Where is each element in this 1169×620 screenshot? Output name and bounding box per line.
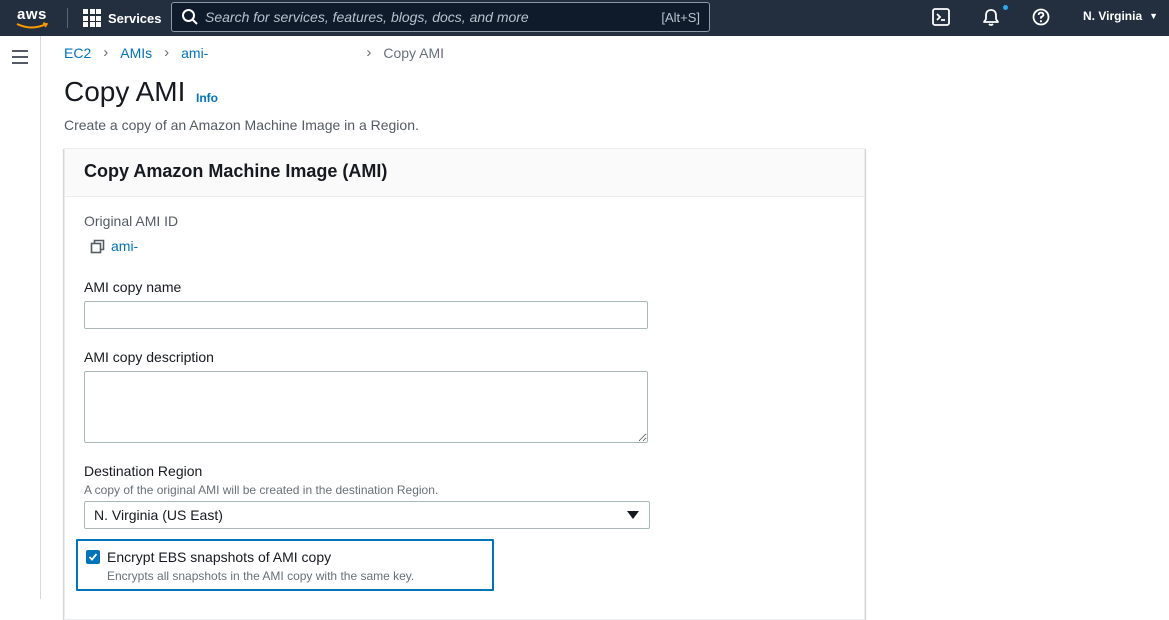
encrypt-snapshots-hint: Encrypts all snapshots in the AMI copy w…	[107, 569, 415, 583]
search-bar[interactable]: [Alt+S]	[171, 2, 710, 32]
top-navigation: aws Services [Alt+S] N. Virginia	[0, 0, 1169, 36]
panel-title: Copy Amazon Machine Image (AMI)	[84, 161, 388, 181]
region-label: N. Virginia	[1083, 9, 1143, 23]
info-link[interactable]: Info	[196, 91, 218, 105]
caret-down-icon: ▼	[1149, 11, 1159, 21]
breadcrumb-amis[interactable]: AMIs	[120, 45, 152, 61]
ami-copy-name-input[interactable]	[84, 301, 648, 329]
aws-logo-text: aws	[17, 6, 47, 23]
original-ami-id-link[interactable]: ami-	[90, 238, 138, 254]
aws-logo[interactable]: aws	[14, 5, 54, 31]
panel-header: Copy Amazon Machine Image (AMI)	[65, 149, 864, 197]
ami-copy-description-label: AMI copy description	[84, 349, 214, 365]
encrypt-snapshots-option[interactable]: Encrypt EBS snapshots of AMI copy Encryp…	[76, 539, 494, 591]
copy-ami-form-panel: Copy Amazon Machine Image (AMI) Original…	[64, 148, 865, 620]
destination-region-select[interactable]: N. Virginia (US East)	[84, 501, 650, 529]
encrypt-snapshots-checkbox[interactable]	[86, 550, 100, 564]
cloudshell-icon[interactable]	[931, 7, 951, 27]
hamburger-icon[interactable]	[12, 50, 28, 68]
chevron-right-icon: ›	[164, 44, 170, 61]
breadcrumb-ec2[interactable]: EC2	[64, 45, 91, 61]
chevron-right-icon: ›	[366, 44, 372, 61]
breadcrumb: EC2 › AMIs › ami- › Copy AMI	[64, 44, 444, 61]
help-icon[interactable]	[1031, 7, 1051, 27]
search-shortcut-hint: [Alt+S]	[661, 9, 700, 25]
original-ami-id-value: ami-	[111, 238, 139, 254]
copy-icon[interactable]	[90, 239, 105, 254]
destination-region-hint: A copy of the original AMI will be creat…	[84, 483, 439, 497]
nav-divider	[67, 8, 68, 28]
page-title: Copy AMI	[64, 76, 186, 107]
aws-smile-icon	[16, 22, 49, 29]
caret-down-icon	[627, 511, 639, 519]
services-label: Services	[108, 10, 162, 26]
breadcrumb-current: Copy AMI	[383, 44, 445, 61]
grid-icon	[83, 9, 101, 27]
bell-icon[interactable]	[981, 7, 1001, 27]
search-input[interactable]	[205, 9, 662, 25]
side-navigation-rail	[0, 36, 41, 599]
page-description: Create a copy of an Amazon Machine Image…	[64, 117, 419, 133]
breadcrumb-ami-id[interactable]: ami-	[181, 45, 208, 61]
chevron-right-icon: ›	[103, 44, 109, 61]
ami-copy-description-input[interactable]	[84, 371, 648, 443]
destination-region-label: Destination Region	[84, 463, 203, 479]
region-selector[interactable]: N. Virginia ▼	[1083, 9, 1158, 23]
encrypt-snapshots-label: Encrypt EBS snapshots of AMI copy	[107, 549, 332, 565]
services-menu-button[interactable]: Services	[83, 7, 162, 29]
checkmark-icon	[88, 553, 98, 561]
original-ami-id-label: Original AMI ID	[84, 213, 179, 229]
notification-dot	[1003, 5, 1008, 10]
destination-region-value: N. Virginia (US East)	[94, 507, 223, 523]
search-icon	[182, 9, 198, 25]
ami-copy-name-label: AMI copy name	[84, 279, 182, 295]
